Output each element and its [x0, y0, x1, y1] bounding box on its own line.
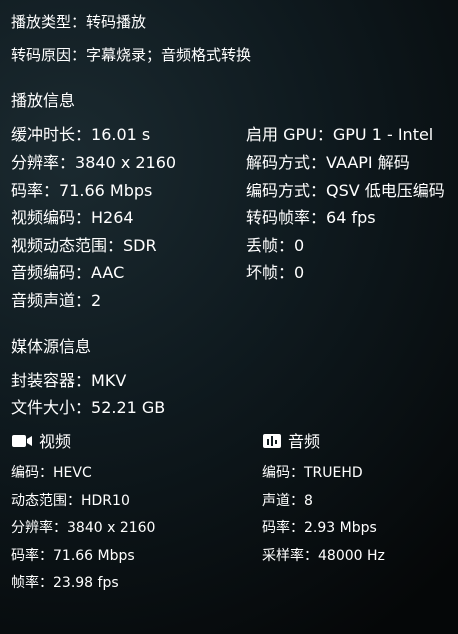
video-fps-source-value: 23.98 fps [53, 575, 119, 591]
video-dynamic-range-label: 视频动态范围： [11, 236, 124, 255]
video-dynamic-range-source-label: 动态范围： [11, 493, 81, 509]
transcode-reason-label: 转码原因： [11, 46, 87, 64]
video-fps-source-label: 帧率： [11, 575, 53, 591]
video-resolution-source-row: 分辨率：3840 x 2160 [11, 521, 155, 535]
audio-sample-rate-source-value: 48000 Hz [318, 548, 385, 564]
audio-codec-value: AAC [91, 263, 125, 282]
corrupt-frames-value: 0 [294, 263, 305, 282]
corrupt-frames-label: 坏帧： [246, 263, 295, 282]
video-codec-source-label: 编码： [11, 465, 53, 481]
audio-codec-source-row: 编码：TRUEHD [262, 466, 363, 480]
audio-bitrate-source-label: 码率： [262, 520, 304, 536]
audio-bitrate-source-row: 码率：2.93 Mbps [262, 521, 377, 535]
audio-channels-row: 音频声道：2 [11, 293, 101, 309]
audio-waveform-icon [262, 433, 282, 452]
bitrate-row: 码率：71.66 Mbps [11, 183, 152, 199]
play-type-value: 转码播放 [86, 13, 147, 31]
audio-channels-source-value: 8 [304, 493, 313, 509]
dropped-frames-label: 丢帧： [246, 236, 295, 255]
resolution-row: 分辨率：3840 x 2160 [11, 155, 176, 171]
decode-method-value: VAAPI 解码 [326, 153, 410, 172]
encode-method-row: 编码方式：QSV 低电压编码 [246, 183, 458, 199]
dropped-frames-row: 丢帧：0 [246, 238, 304, 254]
video-dynamic-range-row: 视频动态范围：SDR [11, 238, 157, 254]
file-size-row: 文件大小：52.21 GB [11, 400, 165, 416]
audio-channels-source-row: 声道：8 [262, 494, 313, 508]
audio-codec-source-value: TRUEHD [304, 465, 363, 481]
audio-sample-rate-source-label: 采样率： [262, 548, 318, 564]
video-camera-icon [11, 433, 33, 452]
resolution-label: 分辨率： [11, 153, 76, 172]
video-codec-source-row: 编码：HEVC [11, 466, 92, 480]
bitrate-value: 71.66 Mbps [59, 181, 153, 200]
transcode-reason-row: 转码原因：字幕烧录；音频格式转换 [11, 48, 251, 63]
video-section-title: 视频 [11, 433, 71, 452]
audio-codec-row: 音频编码：AAC [11, 265, 124, 281]
buffer-duration-value: 16.01 s [91, 125, 151, 144]
video-codec-source-value: HEVC [53, 465, 92, 481]
bitrate-label: 码率： [11, 181, 60, 200]
gpu-value: GPU 1 - Intel [332, 125, 434, 144]
encode-method-value: QSV 低电压编码 [326, 183, 445, 199]
buffer-duration-label: 缓冲时长： [11, 125, 92, 144]
decode-method-row: 解码方式：VAAPI 解码 [246, 155, 410, 171]
container-label: 封装容器： [11, 371, 92, 390]
audio-codec-label: 音频编码： [11, 263, 92, 282]
audio-channels-label: 音频声道： [11, 291, 92, 310]
transcode-reason-value: 字幕烧录；音频格式转换 [86, 46, 252, 64]
buffer-duration-row: 缓冲时长：16.01 s [11, 127, 150, 143]
video-bitrate-source-value: 71.66 Mbps [53, 548, 135, 564]
gpu-row: 启用 GPU：GPU 1 - Intel [246, 127, 433, 143]
playback-info-panel: 播放类型：转码播放 转码原因：字幕烧录；音频格式转换 播放信息 缓冲时长：16.… [0, 0, 458, 634]
media-source-title: 媒体源信息 [11, 337, 92, 356]
resolution-value: 3840 x 2160 [75, 153, 177, 172]
dropped-frames-value: 0 [294, 236, 305, 255]
transcode-fps-value: 64 fps [326, 208, 376, 227]
corrupt-frames-row: 坏帧：0 [246, 265, 304, 281]
encode-method-label: 编码方式： [246, 183, 327, 199]
audio-codec-source-label: 编码： [262, 465, 304, 481]
video-bitrate-source-row: 码率：71.66 Mbps [11, 549, 135, 563]
video-fps-source-row: 帧率：23.98 fps [11, 576, 119, 590]
transcode-fps-label: 转码帧率： [246, 208, 327, 227]
audio-sample-rate-source-row: 采样率：48000 Hz [262, 549, 385, 563]
video-dynamic-range-value: SDR [123, 236, 157, 255]
container-row: 封装容器：MKV [11, 373, 126, 389]
audio-bitrate-source-value: 2.93 Mbps [304, 520, 377, 536]
audio-channels-value: 2 [91, 291, 102, 310]
playback-info-title: 播放信息 [11, 91, 76, 110]
video-dynamic-range-source-value: HDR10 [81, 493, 130, 509]
audio-channels-source-label: 声道： [262, 493, 304, 509]
video-resolution-source-value: 3840 x 2160 [67, 520, 156, 536]
video-codec-value: H264 [91, 208, 134, 227]
video-resolution-source-label: 分辨率： [11, 520, 67, 536]
file-size-value: 52.21 GB [91, 398, 166, 417]
decode-method-label: 解码方式： [246, 153, 327, 172]
audio-section-title: 音频 [262, 433, 320, 452]
audio-section-label: 音频 [288, 432, 321, 451]
video-dynamic-range-source-row: 动态范围：HDR10 [11, 494, 130, 508]
play-type-row: 播放类型：转码播放 [11, 15, 146, 30]
video-codec-row: 视频编码：H264 [11, 210, 134, 226]
transcode-fps-row: 转码帧率：64 fps [246, 210, 376, 226]
container-value: MKV [91, 371, 127, 390]
gpu-label: 启用 GPU： [246, 125, 333, 144]
file-size-label: 文件大小： [11, 398, 92, 417]
video-codec-label: 视频编码： [11, 208, 92, 227]
play-type-label: 播放类型： [11, 13, 87, 31]
video-bitrate-source-label: 码率： [11, 548, 53, 564]
video-section-label: 视频 [39, 432, 72, 451]
